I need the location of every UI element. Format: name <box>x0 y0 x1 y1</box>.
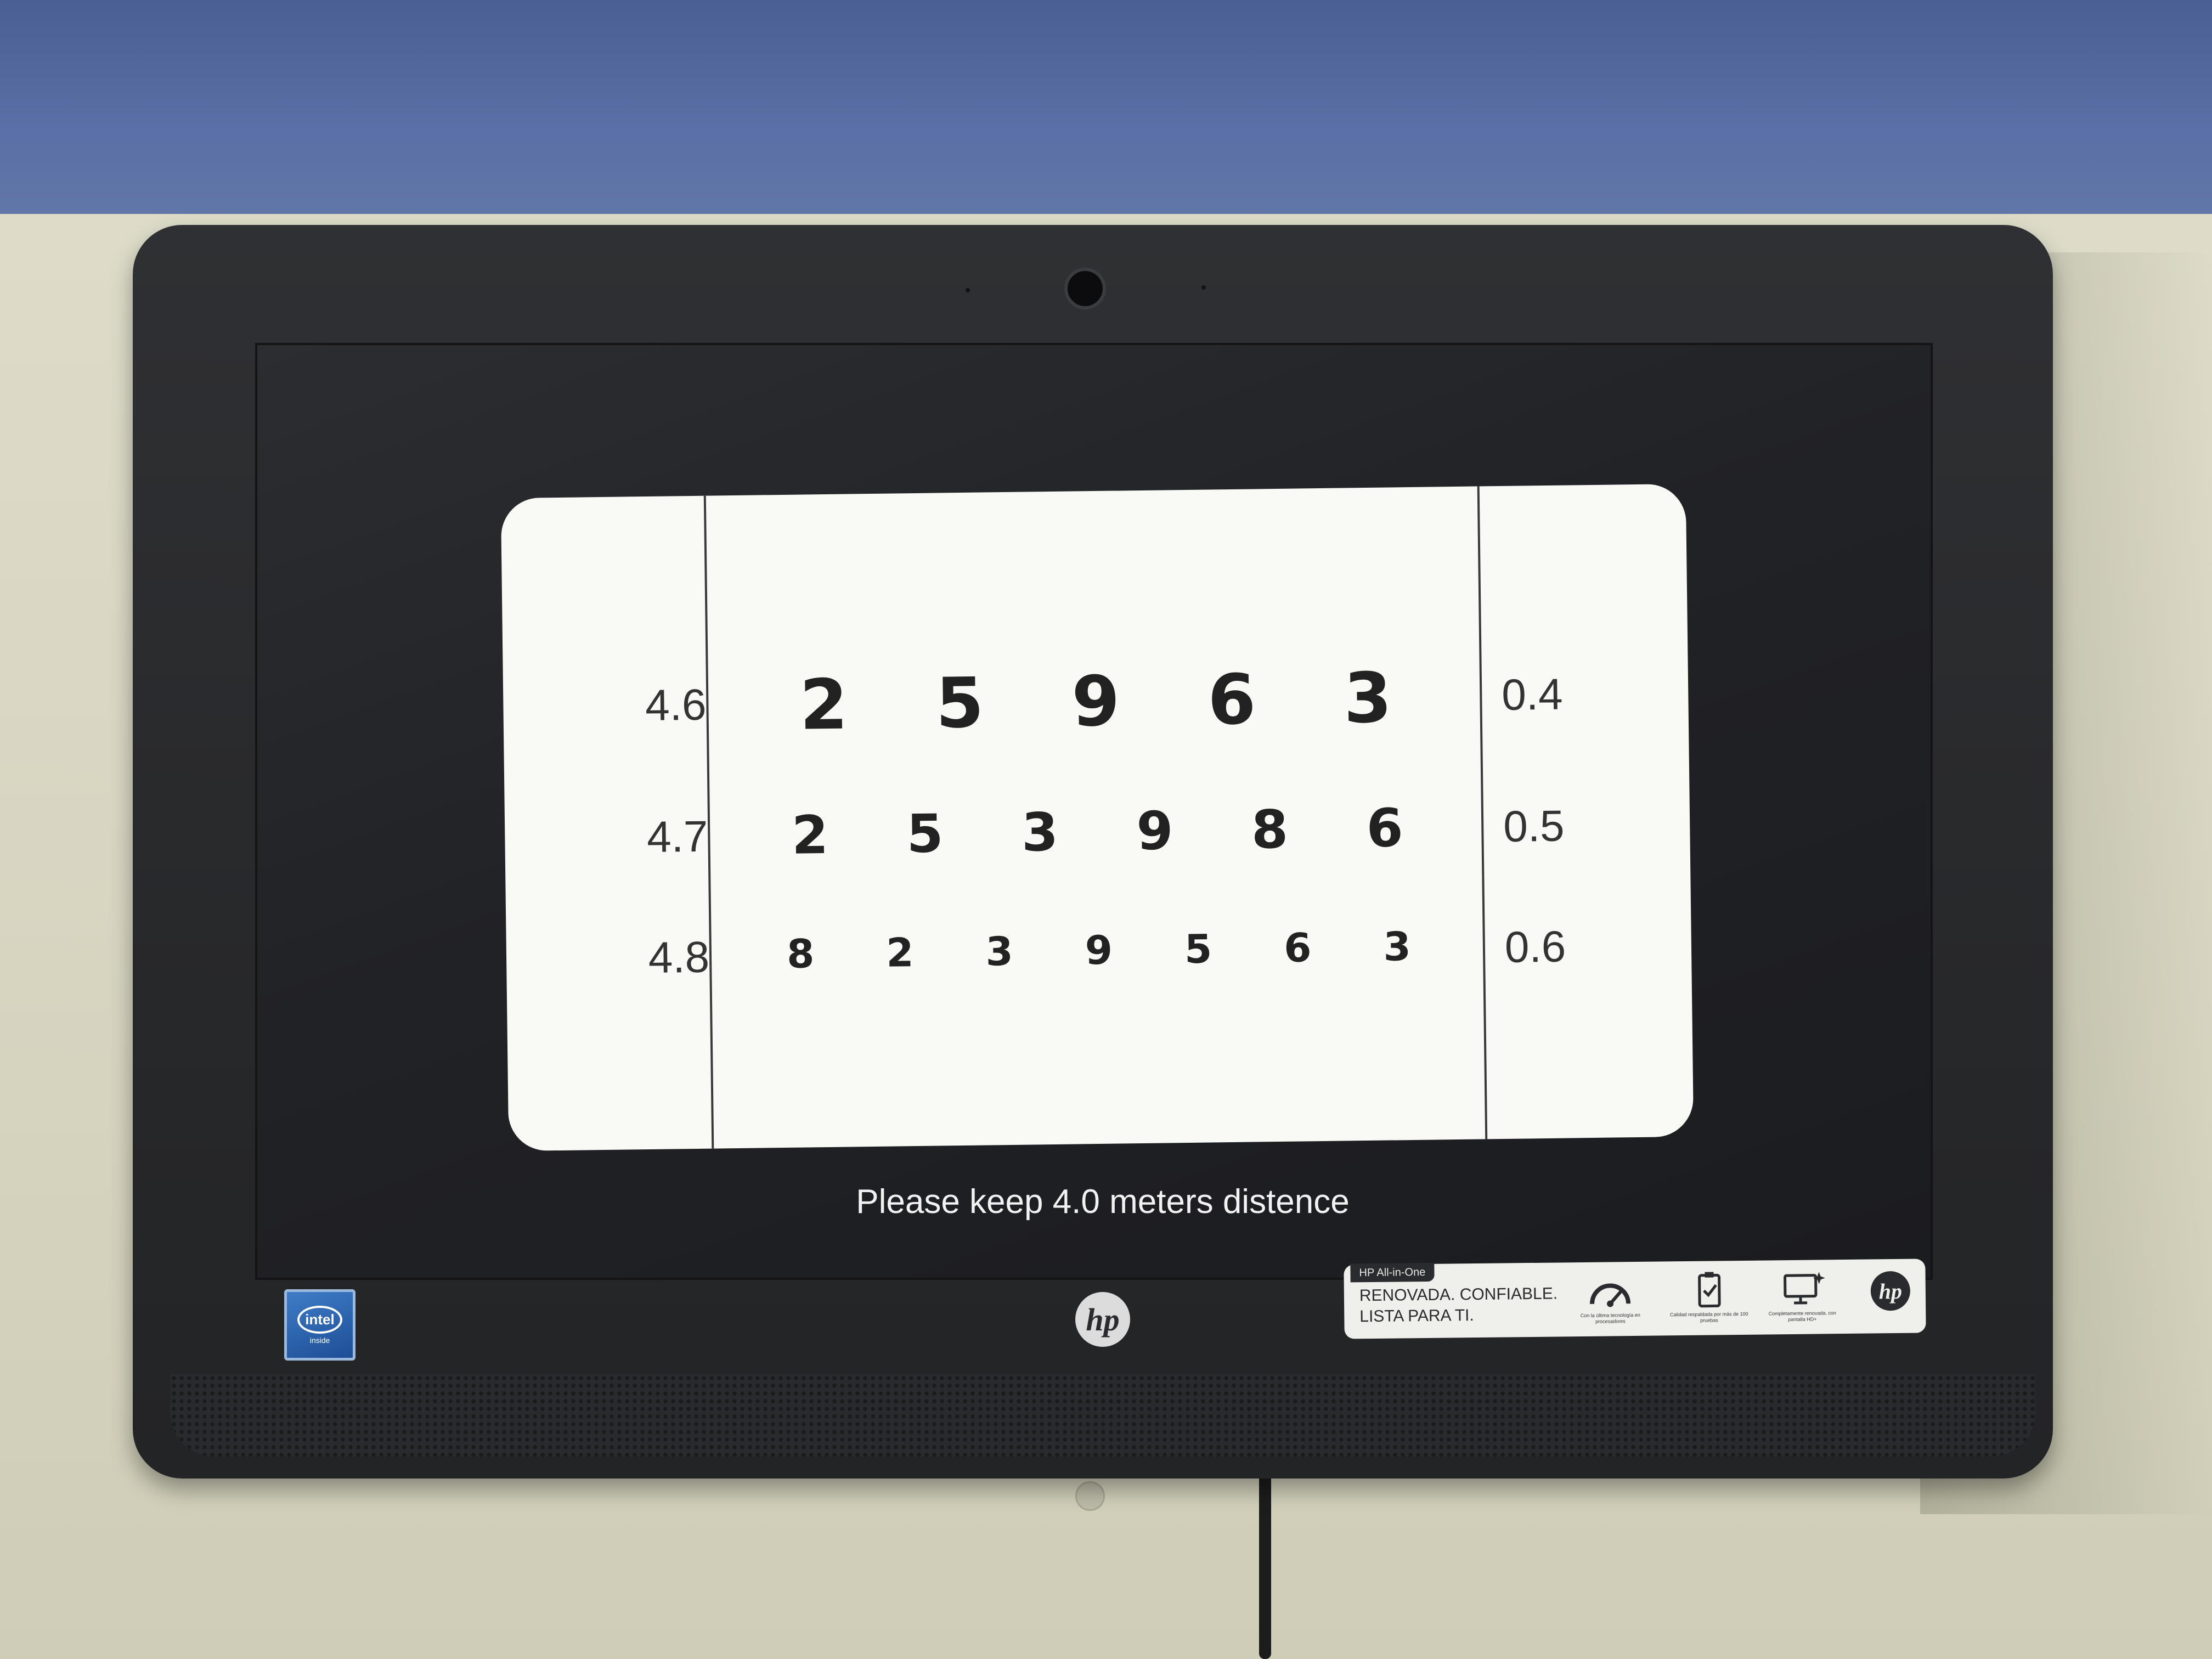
sticker-headline: RENOVADA. CONFIABLE. <box>1359 1284 1558 1305</box>
optotype-digit: 3 <box>1383 923 1412 970</box>
optotype-digit: 3 <box>1343 657 1392 739</box>
webcam-icon <box>1064 268 1106 309</box>
optotype-digit: 8 <box>786 930 815 977</box>
optotype-digit: 9 <box>1071 661 1121 742</box>
acuity-decimal-value: 0.5 <box>1503 801 1565 851</box>
clipboard-check-icon <box>1698 1272 1721 1308</box>
wall-screw <box>1075 1481 1105 1511</box>
acuity-decimal-value: 0.4 <box>1501 669 1564 719</box>
sticker-caption: Con la última tecnología en procesadores <box>1580 1312 1640 1324</box>
optotype-digit: 3 <box>985 928 1014 975</box>
wall-blue-band <box>0 0 2212 219</box>
optotype-digit: 6 <box>1365 797 1404 860</box>
speaker-grille <box>170 1374 2035 1457</box>
sticker-caption: Completamente renovada, con pantalla HD+ <box>1768 1310 1836 1323</box>
vision-test-chart: 4.6 2 5 9 6 3 0.4 4.7 2 5 3 9 8 6 0.5 4.… <box>500 483 1694 1152</box>
optotype-digit: 6 <box>1283 924 1312 971</box>
mic-dot-left <box>966 288 970 292</box>
sticker-subline: LISTA PARA TI. <box>1359 1306 1474 1326</box>
intel-logo-text: intel <box>297 1305 342 1334</box>
digit-row: 2 5 9 6 3 <box>712 656 1481 746</box>
optotype-digit: 8 <box>1251 798 1289 861</box>
optotype-digit: 3 <box>1021 801 1059 864</box>
power-cable <box>1259 1448 1271 1659</box>
digit-row: 8 2 3 9 5 6 3 <box>714 922 1483 978</box>
intel-inside-badge: intel inside <box>284 1289 356 1361</box>
acuity-log-value: 4.7 <box>646 811 708 862</box>
refurbished-sticker: HP All-in-One RENOVADA. CONFIABLE. LISTA… <box>1344 1259 1926 1339</box>
mic-dot-right <box>1201 285 1206 290</box>
optotype-digit: 5 <box>935 662 985 744</box>
sticker-caption: Calidad respaldada por más de 100 prueba… <box>1669 1311 1748 1323</box>
hp-logo: hp <box>1075 1292 1130 1347</box>
optotype-digit: 9 <box>1085 927 1113 974</box>
intel-inside-text: inside <box>309 1335 330 1345</box>
sticker-tab: HP All-in-One <box>1350 1262 1435 1283</box>
optotype-digit: 2 <box>885 929 914 976</box>
optotype-digit: 2 <box>791 804 829 866</box>
acuity-decimal-value: 0.6 <box>1504 922 1566 972</box>
monitor-sparkle-icon <box>1784 1272 1825 1305</box>
optotype-digit: 5 <box>906 803 944 865</box>
optotype-digit: 2 <box>799 664 849 746</box>
digit-row: 2 5 3 9 8 6 <box>713 796 1482 867</box>
speedometer-icon <box>1590 1283 1631 1307</box>
acuity-log-value: 4.6 <box>645 680 707 730</box>
optotype-digit: 5 <box>1184 926 1212 973</box>
hp-logo: hp <box>1870 1271 1911 1311</box>
distance-instruction: Please keep 4.0 meters distence <box>856 1183 1350 1221</box>
acuity-log-value: 4.8 <box>648 932 710 983</box>
optotype-digit: 9 <box>1136 800 1174 862</box>
optotype-digit: 6 <box>1207 659 1257 741</box>
